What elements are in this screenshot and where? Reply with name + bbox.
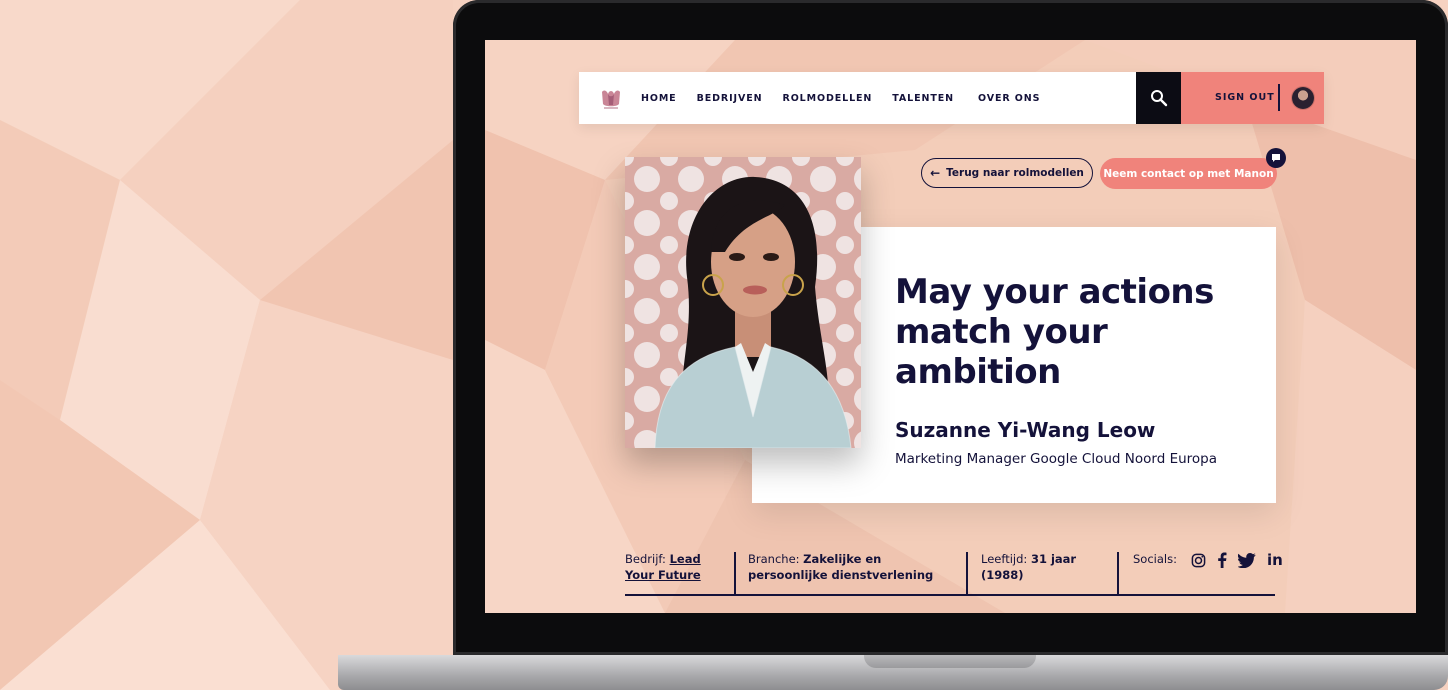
contact-button-label: Neem contact op met Manon (1103, 167, 1274, 180)
branche-label: Branche: (748, 552, 800, 566)
profile-photo (625, 157, 861, 448)
nav-links: HOME BEDRIJVEN ROLMODELLEN TALENTEN OVER… (641, 72, 1060, 124)
arrow-left-icon: ← (930, 166, 941, 180)
profile-quote: May your actions match your ambition (895, 272, 1214, 392)
facebook-icon[interactable] (1215, 552, 1229, 568)
search-button[interactable] (1136, 72, 1181, 124)
nav-link-bedrijven[interactable]: BEDRIJVEN (697, 93, 763, 104)
linkedin-icon[interactable]: in (1267, 551, 1283, 569)
back-button-label: Terug naar rolmodellen (946, 167, 1084, 179)
info-branche: Branche: Zakelijke en persoonlijke diens… (748, 551, 958, 583)
info-divider (734, 552, 736, 594)
nav-link-rolmodellen[interactable]: ROLMODELLEN (782, 93, 872, 104)
nav-link-over-ons[interactable]: OVER ONS (978, 93, 1040, 104)
info-divider (966, 552, 968, 594)
twitter-icon[interactable] (1238, 552, 1256, 568)
profile-info-bar: Bedrijf: Lead Your Future Branche: Zakel… (625, 548, 1283, 596)
search-icon (1150, 90, 1167, 107)
profile-role: Marketing Manager Google Cloud Noord Eur… (895, 451, 1218, 467)
nav-divider (1278, 84, 1280, 111)
chat-bubble-icon[interactable] (1266, 148, 1286, 168)
nav-link-home[interactable]: HOME (641, 93, 677, 104)
age-label: Leeftijd: (981, 552, 1028, 566)
sign-out-button[interactable]: SIGN OUT (1215, 92, 1275, 103)
tulip-logo-icon[interactable] (599, 87, 623, 111)
laptop-notch (864, 655, 1036, 668)
browser-screen: HOME BEDRIJVEN ROLMODELLEN TALENTEN OVER… (485, 40, 1416, 613)
profile-name: Suzanne Yi-Wang Leow (895, 418, 1156, 442)
back-to-rolemodels-button[interactable]: ← Terug naar rolmodellen (921, 158, 1093, 188)
info-socials: Socials: (1133, 551, 1177, 567)
info-age: Leeftijd: 31 jaar (1988) (981, 551, 1121, 583)
account-area: SIGN OUT (1181, 72, 1324, 124)
nav-link-talenten[interactable]: TALENTEN (892, 93, 954, 104)
socials-label: Socials: (1133, 552, 1177, 566)
instagram-icon[interactable] (1191, 553, 1206, 568)
contact-button[interactable]: Neem contact op met Manon (1100, 158, 1277, 189)
info-divider (1117, 552, 1119, 594)
info-company: Bedrijf: Lead Your Future (625, 551, 733, 583)
top-navigation: HOME BEDRIJVEN ROLMODELLEN TALENTEN OVER… (579, 72, 1324, 124)
avatar-icon[interactable] (1292, 87, 1314, 109)
company-label: Bedrijf: (625, 552, 666, 566)
social-icons: in (1182, 551, 1283, 569)
